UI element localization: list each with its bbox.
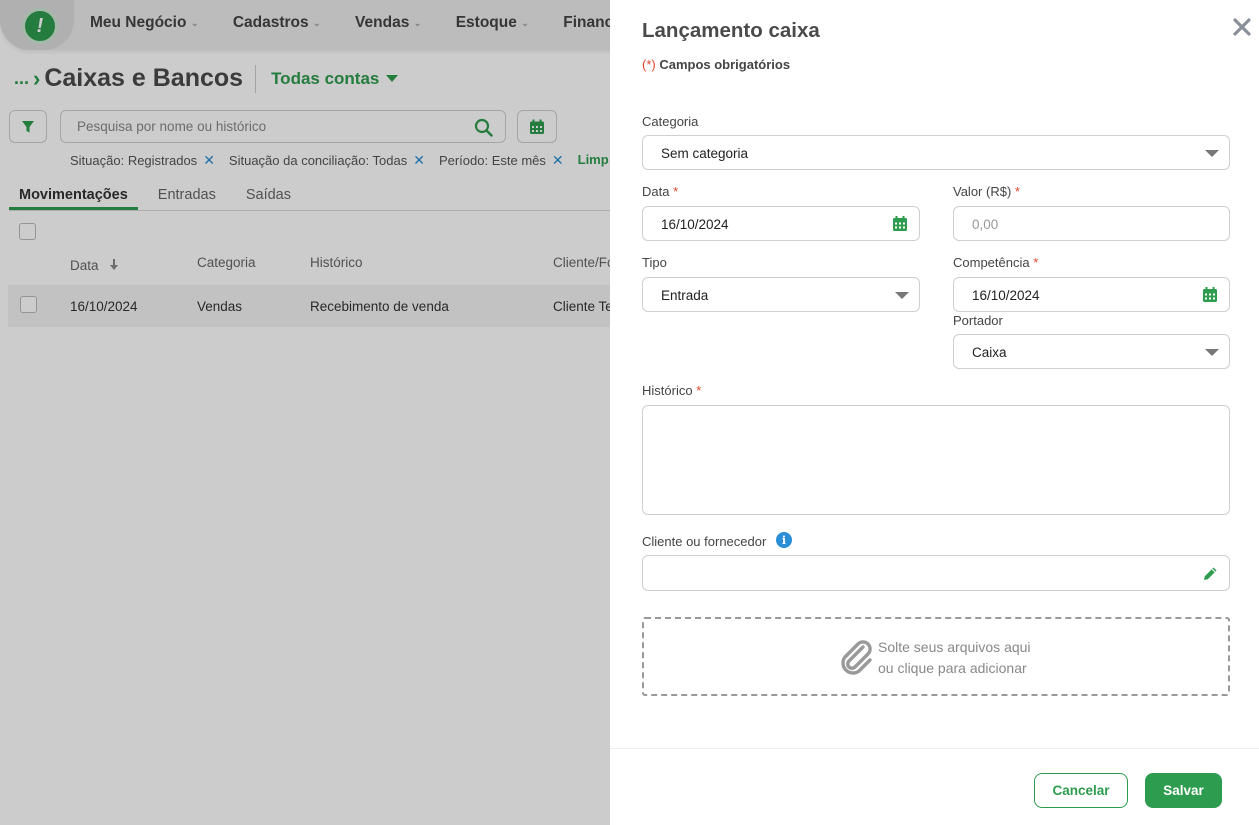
dropzone-text: Solte seus arquivos aqui ou clique para … [878, 639, 1031, 676]
calendar-icon[interactable] [1202, 286, 1218, 303]
info-icon[interactable]: i [776, 532, 792, 548]
caret-down-icon [1205, 349, 1219, 356]
date-label: Data * [642, 184, 679, 199]
holder-label: Portador [953, 313, 1003, 328]
save-button[interactable]: Salvar [1145, 773, 1222, 808]
pencil-icon[interactable] [1201, 565, 1219, 583]
required-fields-note: (*) Campos obrigatórios [642, 57, 791, 72]
drawer-footer: Cancelar Salvar [610, 748, 1259, 825]
cash-entry-drawer: Lançamento caixa (*) Campos obrigatórios… [610, 0, 1259, 825]
cancel-button[interactable]: Cancelar [1034, 773, 1128, 808]
file-dropzone[interactable]: Solte seus arquivos aqui ou clique para … [642, 617, 1230, 696]
category-select[interactable]: Sem categoria [642, 135, 1230, 170]
drawer-title: Lançamento caixa [642, 19, 820, 42]
date-input[interactable]: 16/10/2024 [642, 206, 920, 241]
competence-label: Competência * [953, 255, 1039, 270]
paperclip-icon [841, 640, 872, 675]
caret-down-icon [895, 292, 909, 299]
category-label: Categoria [642, 114, 699, 129]
close-icon[interactable] [1230, 15, 1254, 39]
caret-down-icon [1205, 150, 1219, 157]
amount-input[interactable]: 0,00 [953, 206, 1230, 241]
type-label: Tipo [642, 255, 667, 270]
history-label: Histórico * [642, 383, 702, 398]
customer-supplier-label: Cliente ou fornecedor [642, 534, 767, 549]
amount-label: Valor (R$) * [953, 184, 1020, 199]
competence-input[interactable]: 16/10/2024 [953, 277, 1230, 312]
type-select[interactable]: Entrada [642, 277, 920, 312]
customer-supplier-input[interactable] [642, 555, 1230, 591]
holder-select[interactable]: Caixa [953, 334, 1230, 369]
calendar-icon[interactable] [892, 215, 908, 232]
history-textarea[interactable] [642, 405, 1230, 515]
